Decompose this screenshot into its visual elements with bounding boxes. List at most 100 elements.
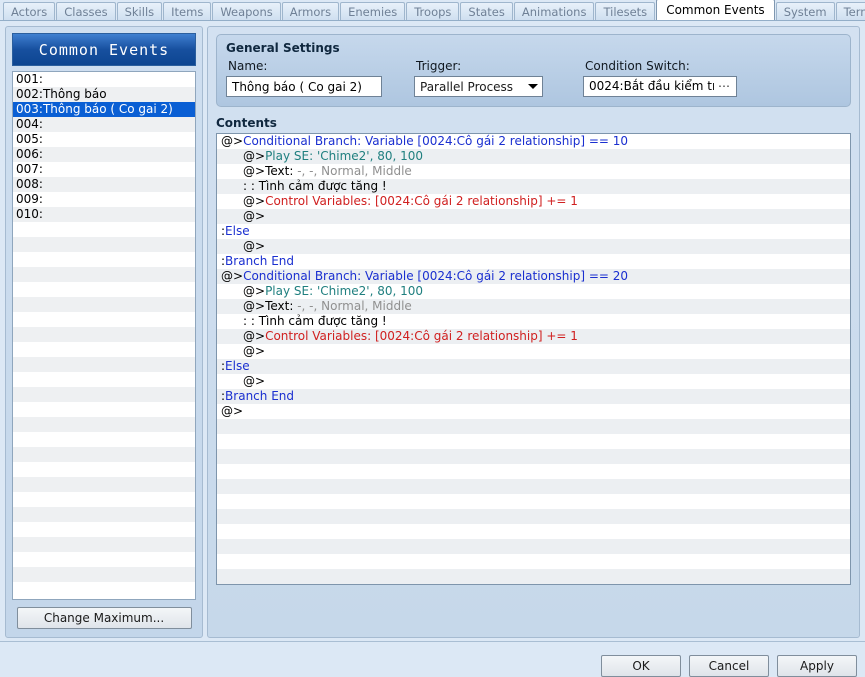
event-command-line[interactable]: @>Conditional Branch: Variable [0024:Cô …	[217, 134, 850, 149]
general-settings-group: General Settings Name: Thông báo ( Co ga…	[216, 34, 851, 107]
cancel-button[interactable]: Cancel	[689, 655, 769, 677]
tab-terms[interactable]: Terms	[835, 2, 865, 20]
event-command-line[interactable]: : : Tình cảm được tăng !	[217, 179, 850, 194]
list-item-empty	[13, 327, 195, 342]
trigger-select[interactable]: Parallel Process	[414, 76, 543, 97]
list-item-empty	[13, 357, 195, 372]
trigger-field-group: Trigger: Parallel Process	[414, 59, 543, 97]
command-prefix: @>	[243, 164, 266, 178]
list-item[interactable]: 008:	[13, 177, 195, 192]
event-command-line[interactable]: :Else	[217, 359, 850, 374]
list-item[interactable]: 003:Thông báo ( Co gai 2)	[13, 102, 195, 117]
event-command-line[interactable]: @>	[217, 404, 850, 419]
condition-switch-value: 0024:Bắt đầu kiểm tra	[589, 79, 714, 93]
list-item-empty	[13, 282, 195, 297]
list-item-empty	[13, 237, 195, 252]
event-command-line[interactable]: : : Tình cảm được tăng !	[217, 314, 850, 329]
list-item[interactable]: 010:	[13, 207, 195, 222]
trigger-label: Trigger:	[416, 59, 462, 73]
event-command-line[interactable]: @>	[217, 344, 850, 359]
command-text: Play SE: 'Chime2', 80, 100	[265, 149, 424, 163]
event-command-line[interactable]: @>Text: -, -, Normal, Middle	[217, 164, 850, 179]
name-label: Name:	[228, 59, 268, 73]
command-prefix: @>	[243, 329, 266, 343]
tab-weapons[interactable]: Weapons	[212, 2, 281, 20]
event-command-line[interactable]: @>Control Variables: [0024:Cô gái 2 rela…	[217, 329, 850, 344]
command-prefix: @>	[221, 404, 244, 418]
list-item-empty	[13, 552, 195, 567]
name-field-group: Name: Thông báo ( Co gai 2)	[226, 59, 382, 97]
tab-classes[interactable]: Classes	[56, 2, 116, 20]
command-prefix: @>	[221, 134, 244, 148]
general-settings-fields: Name: Thông báo ( Co gai 2) Trigger: Par…	[226, 59, 841, 97]
command-prefix: @>	[243, 239, 266, 253]
list-item[interactable]: 007:	[13, 162, 195, 177]
tab-common-events[interactable]: Common Events	[656, 0, 775, 20]
tab-bar: Actors Classes Skills Items Weapons Armors Ene…	[0, 0, 865, 21]
event-command-line[interactable]: @>	[217, 209, 850, 224]
command-text: Text:	[265, 299, 298, 313]
list-item[interactable]: 009:	[13, 192, 195, 207]
event-command-line[interactable]: :Else	[217, 224, 850, 239]
condition-switch-field-group: Condition Switch: 0024:Bắt đầu kiểm tra …	[583, 59, 737, 97]
command-prefix: @>	[243, 374, 266, 388]
command-prefix: @>	[243, 209, 266, 223]
tab-items[interactable]: Items	[163, 2, 212, 20]
command-prefix: @>	[243, 299, 266, 313]
tab-states[interactable]: States	[460, 2, 513, 20]
list-item[interactable]: 002:Thông báo	[13, 87, 195, 102]
condition-switch-input[interactable]: 0024:Bắt đầu kiểm tra ⋯	[583, 76, 737, 97]
trigger-selected-value: Parallel Process	[420, 79, 514, 94]
event-command-line[interactable]: :Branch End	[217, 254, 850, 269]
command-text: -, -, Normal, Middle	[297, 164, 412, 178]
event-command-line[interactable]: @>Play SE: 'Chime2', 80, 100	[217, 149, 850, 164]
list-item-empty	[13, 267, 195, 282]
list-item[interactable]: 001:	[13, 72, 195, 87]
event-command-line[interactable]: @>Play SE: 'Chime2', 80, 100	[217, 284, 850, 299]
event-command-line-empty	[217, 479, 850, 494]
tab-enemies[interactable]: Enemies	[340, 2, 406, 20]
tab-system[interactable]: System	[775, 2, 835, 20]
name-input[interactable]: Thông báo ( Co gai 2)	[226, 76, 382, 97]
general-settings-title: General Settings	[226, 41, 340, 55]
event-command-line-empty	[217, 419, 850, 434]
tab-troops[interactable]: Troops	[406, 2, 460, 20]
event-command-line-empty	[217, 509, 850, 524]
tab-skills[interactable]: Skills	[116, 2, 163, 20]
condition-switch-label: Condition Switch:	[585, 59, 690, 73]
event-command-line[interactable]: :Branch End	[217, 389, 850, 404]
event-command-line-empty	[217, 554, 850, 569]
event-command-line[interactable]: @>	[217, 239, 850, 254]
command-text: Control Variables: [0024:Cô gái 2 relati…	[265, 329, 578, 343]
browse-ellipsis-icon[interactable]: ⋯	[714, 77, 731, 96]
change-maximum-row: Change Maximum...	[12, 607, 196, 629]
event-command-line[interactable]: @>Control Variables: [0024:Cô gái 2 rela…	[217, 194, 850, 209]
change-maximum-button[interactable]: Change Maximum...	[16, 607, 192, 629]
list-item-empty	[13, 342, 195, 357]
list-item[interactable]: 005:	[13, 132, 195, 147]
command-text: Else	[225, 359, 250, 373]
list-item[interactable]: 004:	[13, 117, 195, 132]
list-item-empty	[13, 537, 195, 552]
sidebar-header-title: Common Events	[12, 33, 196, 66]
list-item-empty	[13, 222, 195, 237]
tab-animations[interactable]: Animations	[513, 2, 595, 20]
apply-button[interactable]: Apply	[777, 655, 857, 677]
tab-tilesets[interactable]: Tilesets	[595, 2, 656, 20]
event-command-line[interactable]: @>	[217, 374, 850, 389]
tab-actors[interactable]: Actors	[3, 2, 56, 20]
event-command-line-empty	[217, 524, 850, 539]
list-item-empty	[13, 252, 195, 267]
common-events-list[interactable]: 001: 002:Thông báo 003:Thông báo ( Co gai …	[12, 71, 196, 600]
event-command-list[interactable]: @>Conditional Branch: Variable [0024:Cô …	[216, 133, 851, 585]
ok-button[interactable]: OK	[601, 655, 681, 677]
command-prefix: @>	[243, 194, 266, 208]
list-item-empty	[13, 507, 195, 522]
command-text: : Tình cảm được tăng !	[247, 179, 387, 193]
command-text: -, -, Normal, Middle	[297, 299, 412, 313]
list-item[interactable]: 006:	[13, 147, 195, 162]
command-text: Text:	[265, 164, 298, 178]
event-command-line[interactable]: @>Text: -, -, Normal, Middle	[217, 299, 850, 314]
event-command-line[interactable]: @>Conditional Branch: Variable [0024:Cô …	[217, 269, 850, 284]
tab-armors[interactable]: Armors	[281, 2, 340, 20]
